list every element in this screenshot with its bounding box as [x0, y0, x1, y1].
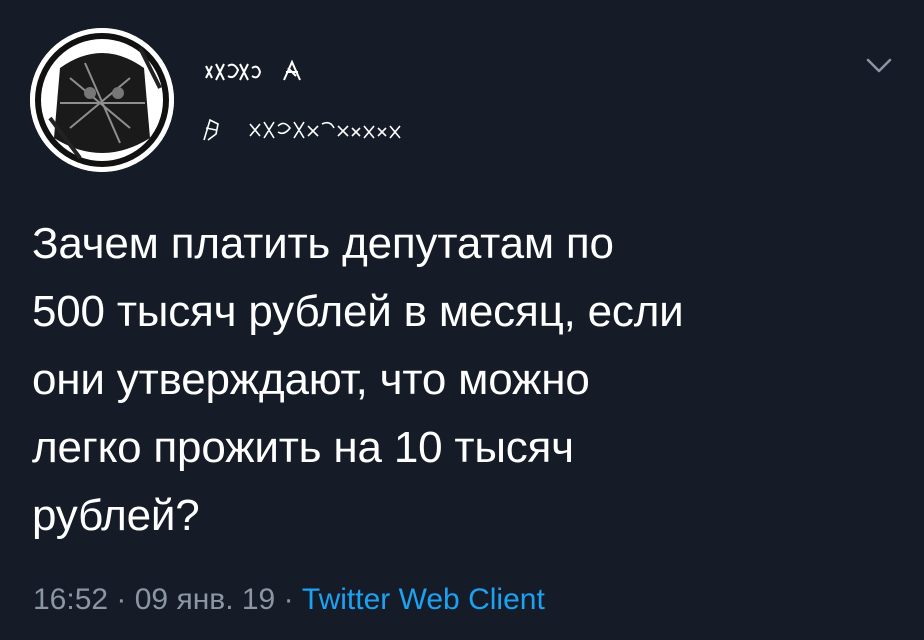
scribbled-display-name [205, 59, 301, 81]
tweet-card: Зачем платить депутатам по 500 тысяч руб… [0, 0, 924, 640]
more-options-button[interactable] [864, 54, 894, 78]
meta-separator: · [108, 583, 135, 616]
client-link[interactable]: Twitter Web Client [302, 583, 545, 616]
tweet-meta: 16:52 · 09 янв. 19 · Twitter Web Client [33, 580, 545, 620]
scribbled-username [203, 118, 401, 141]
tweet-text: Зачем платить депутатам по 500 тысяч руб… [32, 219, 684, 540]
tweet-date[interactable]: 09 янв. 19 [135, 583, 276, 616]
tweet-time[interactable]: 16:52 [33, 583, 108, 616]
chevron-down-icon [866, 58, 892, 73]
display-name-scribble [204, 58, 314, 86]
username-scribble [200, 114, 415, 144]
avatar-image [30, 28, 174, 172]
meta-separator: · [275, 583, 302, 616]
avatar[interactable] [30, 28, 174, 172]
